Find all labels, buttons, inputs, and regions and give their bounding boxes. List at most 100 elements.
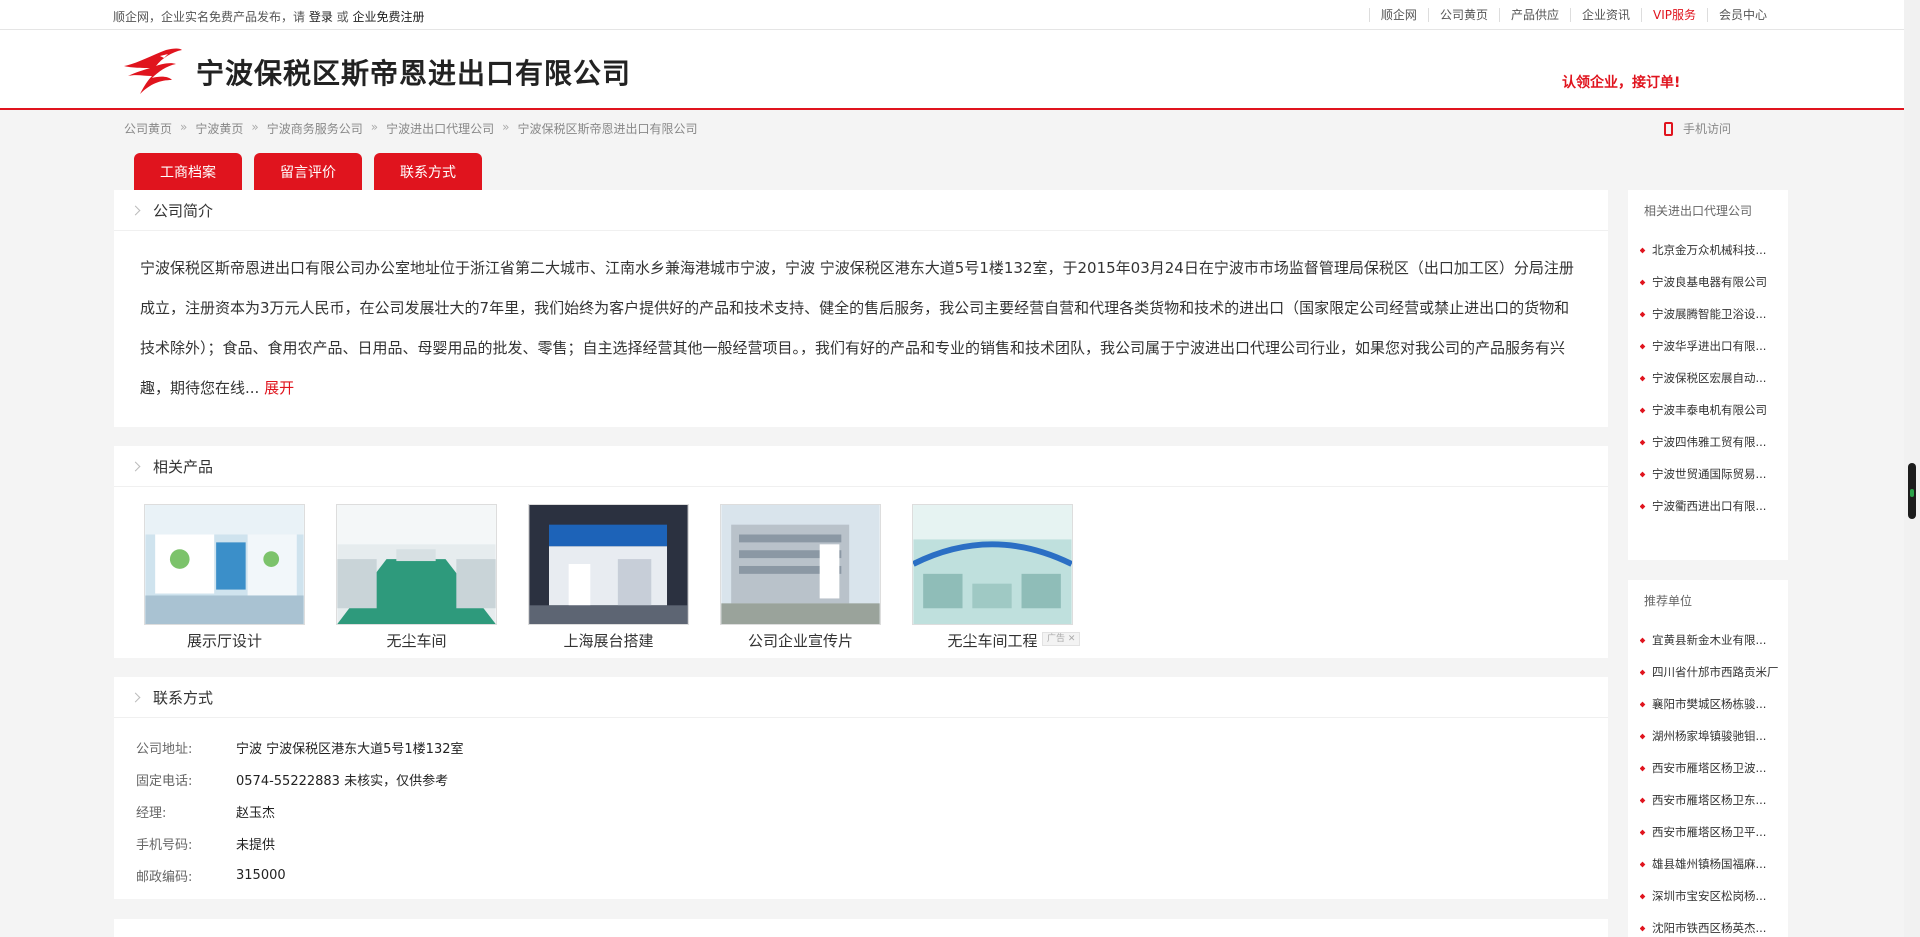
nav-vip[interactable]: VIP服务 [1640,8,1707,22]
product-card[interactable]: 无尘车间 [336,504,497,651]
list-item[interactable]: 宁波保税区宏展自动... [1640,362,1788,394]
company-title: 宁波保税区斯帝恩进出口有限公司 [196,57,632,90]
list-item[interactable]: 宁波展腾智能卫浴设... [1640,298,1788,330]
list-item-label: 湖州杨家埠镇骏驰钼... [1652,729,1767,743]
expand-link[interactable]: 展开 [264,379,294,397]
related-companies-sidebar: 相关进出口代理公司 北京金万众机械科技... 宁波良基电器有限公司 宁波展腾智能… [1628,190,1788,560]
nav-yellow-pages[interactable]: 公司黄页 [1427,8,1499,22]
nav-member[interactable]: 会员中心 [1706,8,1778,22]
bullet-icon [1640,765,1646,771]
list-item-label: 宁波世贸通国际贸易... [1652,467,1767,481]
tab-reviews[interactable]: 留言评价 [254,153,362,190]
breadcrumb-item[interactable]: 宁波黄页 [195,120,243,137]
next-panel [114,919,1608,937]
contact-row: 手机号码: 未提供 [136,827,1608,859]
chevron-right-icon [130,692,141,702]
ad-badge[interactable]: 广告 ✕ [1042,632,1081,646]
claim-company-link[interactable]: 认领企业，接订单! [1562,72,1680,92]
contact-value: 宁波 宁波保税区港东大道5号1楼132室 [236,741,464,757]
mobile-phone-icon [1664,121,1673,136]
breadcrumb-separator: » [251,120,259,134]
register-link[interactable]: 企业免费注册 [352,10,424,24]
scrollbar-thumb[interactable] [1908,463,1916,519]
list-item-label: 雄县雄州镇杨国福麻... [1652,857,1767,871]
contact-value: 未提供 [236,837,276,853]
list-item-label: 宁波丰泰电机有限公司 [1652,403,1767,417]
panel-header: 相关产品 [114,446,1608,487]
mobile-access-label: 手机访问 [1683,122,1732,136]
breadcrumb-item[interactable]: 宁波商务服务公司 [267,120,363,137]
section-tabs: 工商档案 留言评价 联系方式 [134,153,494,190]
showroom-photo-icon [144,504,305,625]
list-item[interactable]: 北京金万众机械科技... [1640,234,1788,266]
contact-panel: 联系方式 公司地址: 宁波 宁波保税区港东大道5号1楼132室 固定电话: 0574… [114,677,1608,899]
bullet-icon [1640,471,1646,477]
list-item[interactable]: 深圳市宝安区松岗杨... [1640,880,1788,912]
list-item[interactable]: 湖州杨家埠镇骏驰钼... [1640,720,1788,752]
login-link[interactable]: 登录 [309,10,333,24]
contact-label: 手机号码: [136,837,193,853]
nav-news[interactable]: 企业资讯 [1569,8,1641,22]
contact-value: 315000 [236,867,286,883]
list-item[interactable]: 西安市雁塔区杨卫东... [1640,784,1788,816]
breadcrumb: 公司黄页 » 宁波黄页 » 宁波商务服务公司 » 宁波进出口代理公司 » 宁波保… [124,120,697,137]
list-item[interactable]: 宁波衢西进出口有限... [1640,490,1788,522]
list-item[interactable]: 四川省什邡市西路贡米厂 [1640,656,1788,688]
list-item-label: 西安市雁塔区杨卫波... [1652,761,1767,775]
list-item-label: 深圳市宝安区松岗杨... [1652,889,1767,903]
contact-label: 经理: [136,805,167,821]
list-item[interactable]: 宁波四伟雅工贸有限... [1640,426,1788,458]
breadcrumb-item[interactable]: 公司黄页 [124,120,172,137]
list-item-label: 宜黄县新金木业有限... [1652,633,1767,647]
list-item[interactable]: 宁波华孚进出口有限... [1640,330,1788,362]
tab-business-record[interactable]: 工商档案 [134,153,242,190]
product-card[interactable]: 公司企业宣传片 [720,504,881,651]
company-intro-text: 宁波保税区斯帝恩进出口有限公司办公室地址位于浙江省第二大城市、江南水乡兼海港城市… [114,231,1608,408]
tab-contact[interactable]: 联系方式 [374,153,482,190]
mobile-access-link[interactable]: 手机访问 [1664,120,1731,137]
contact-row: 固定电话: 0574-55222883 未核实，仅供参考 [136,763,1608,795]
bullet-icon [1640,311,1646,317]
list-item[interactable]: 西安市雁塔区杨卫平... [1640,816,1788,848]
list-item[interactable]: 沈阳市铁西区杨英杰... [1640,912,1788,937]
list-item-label: 西安市雁塔区杨卫平... [1652,825,1767,839]
list-item[interactable]: 西安市雁塔区杨卫波... [1640,752,1788,784]
panel-title: 联系方式 [153,688,214,707]
chevron-right-icon [130,205,141,215]
list-item[interactable]: 宜黄县新金木业有限... [1640,624,1788,656]
intro-text: 顺企网，企业实名免费产品发布，请 [113,10,309,24]
breadcrumb-separator: » [180,120,188,134]
nav-products[interactable]: 产品供应 [1498,8,1570,22]
bullet-icon [1640,247,1646,253]
list-item[interactable]: 宁波世贸通国际贸易... [1640,458,1788,490]
product-caption: 展示厅设计 [186,632,262,650]
nav-shunqi[interactable]: 顺企网 [1368,8,1428,22]
list-item-label: 宁波保税区宏展自动... [1652,371,1767,385]
phoenix-logo-icon[interactable] [122,46,184,98]
bullet-icon [1640,439,1646,445]
product-card[interactable]: 展示厅设计 [144,504,305,651]
list-item-label: 四川省什邡市西路贡米厂 [1652,665,1779,679]
breadcrumb-item[interactable]: 宁波进出口代理公司 [386,120,494,137]
contact-label: 固定电话: [136,773,193,789]
product-card[interactable]: 上海展台搭建 [528,504,689,651]
page-scrollbar[interactable] [1904,0,1920,937]
company-intro-panel: 公司简介 宁波保税区斯帝恩进出口有限公司办公室地址位于浙江省第二大城市、江南水乡… [114,190,1608,427]
site-header: 宁波保税区斯帝恩进出口有限公司 认领企业，接订单! [0,30,1904,110]
recommended-list: 宜黄县新金木业有限... 四川省什邡市西路贡米厂 襄阳市樊城区杨栋骏... 湖州… [1628,620,1788,937]
bullet-icon [1640,279,1646,285]
top-bar: 顺企网，企业实名免费产品发布，请 登录 或 企业免费注册 顺企网 公司黄页 产品… [0,0,1904,30]
list-item[interactable]: 宁波丰泰电机有限公司 [1640,394,1788,426]
list-item[interactable]: 宁波良基电器有限公司 [1640,266,1788,298]
list-item-label: 宁波良基电器有限公司 [1652,275,1767,289]
panel-title: 公司简介 [153,201,214,220]
bullet-icon [1640,343,1646,349]
sidebar-title: 推荐单位 [1644,593,1693,608]
list-item[interactable]: 雄县雄州镇杨国福麻... [1640,848,1788,880]
list-item[interactable]: 襄阳市樊城区杨栋骏... [1640,688,1788,720]
product-card[interactable]: 无尘车间工程 [912,504,1073,651]
contact-label: 公司地址: [136,741,193,757]
breadcrumb-current: 宁波保税区斯帝恩进出口有限公司 [517,122,698,136]
bullet-icon [1640,861,1646,867]
bullet-icon [1640,797,1646,803]
